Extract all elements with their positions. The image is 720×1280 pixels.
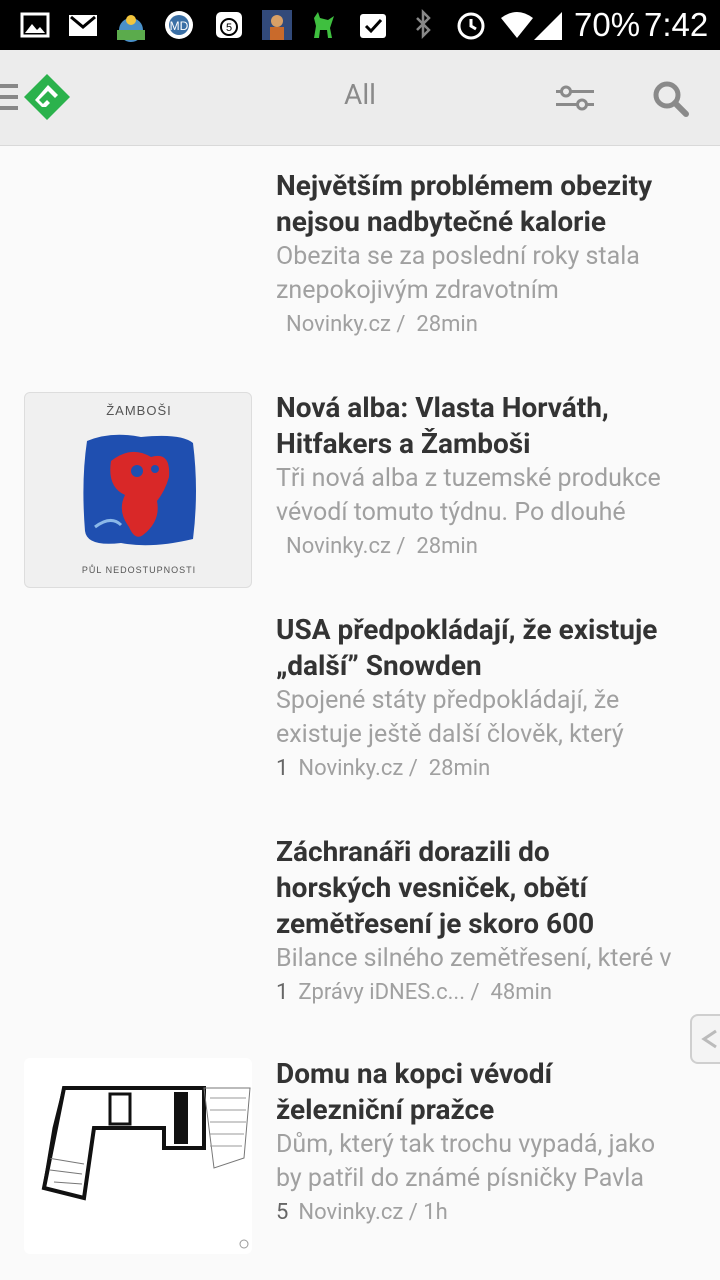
album-cover-thumbnail: ŽAMBOŠI PŮL NEDOSTUPNOSTI [24, 392, 252, 588]
floor-plan-thumbnail [24, 1058, 252, 1254]
article-summary: Dům, který tak trochu vypadá, jako by pa… [276, 1130, 656, 1193]
weather-icon [117, 15, 145, 42]
article-summary: Obezita se za poslední roky stala znepok… [276, 242, 640, 305]
article-meta: 1 Zprávy iDNES.c... / 48min [276, 976, 706, 1010]
image-icon [20, 12, 50, 38]
checkbox-icon [360, 14, 386, 38]
article-source: Novinky.cz / [286, 312, 406, 337]
engagement-count: 1 [276, 980, 289, 1005]
article-item[interactable]: Největším problémem obezity nejsou nadby… [0, 168, 720, 368]
calendar-icon: 5 [216, 12, 242, 38]
article-text: Záchranáři dorazili do horských vesniček… [276, 834, 706, 1010]
article-age: 28min [416, 312, 478, 337]
article-meta: Novinky.cz / 28min [276, 308, 706, 342]
article-age: 1h [423, 1200, 448, 1225]
floor-plan-icon [41, 1086, 251, 1249]
page-title: All [344, 78, 376, 111]
article-text: Nová alba: Vlasta Horváth, Hitfakers a Ž… [276, 390, 706, 564]
deer-icon [314, 12, 334, 38]
abstract-painting-icon [83, 434, 196, 546]
article-source: Novinky.cz / [286, 534, 406, 559]
engagement-count: 1 [276, 756, 289, 781]
article-source: Novinky.cz / [298, 756, 418, 781]
wifi-icon [501, 12, 533, 38]
article-meta: 5 Novinky.cz / 1h [276, 1196, 706, 1230]
article-title: Záchranáři dorazili do horských vesniček… [276, 835, 595, 940]
thumb-top-text: ŽAMBOŠI [106, 403, 172, 418]
search-icon[interactable] [652, 80, 690, 118]
article-meta: 1 Novinky.cz / 28min [276, 752, 706, 786]
edge-swipe-tab[interactable] [690, 1014, 720, 1064]
app-bar: All [0, 50, 720, 146]
app-icon: MD [165, 11, 193, 39]
article-title: USA předpokládají, že existuje „další” S… [276, 613, 658, 682]
article-source: Zprávy iDNES.c... / [298, 980, 480, 1005]
article-title: Domu na kopci vévodí železniční pražce [276, 1057, 553, 1126]
gmail-icon [69, 15, 97, 36]
article-text: Největším problémem obezity nejsou nadby… [276, 168, 706, 342]
avatar-icon [262, 10, 292, 40]
alarm-icon [457, 12, 485, 40]
svg-text:MD: MD [170, 19, 189, 33]
thumb-bottom-text: PŮL NEDOSTUPNOSTI [81, 565, 197, 575]
article-item[interactable]: Domu na kopci vévodí železniční pražce D… [0, 1056, 720, 1256]
bluetooth-icon [416, 8, 431, 40]
article-source: Novinky.cz / [298, 1200, 418, 1225]
filter-sliders-icon[interactable] [556, 84, 596, 112]
article-meta: Novinky.cz / 28min [276, 530, 706, 564]
article-title: Největším problémem obezity nejsou nadby… [276, 169, 653, 238]
clock: 7:42 [644, 6, 709, 43]
article-summary: Bilance silného zemětřesení, které v [276, 944, 672, 973]
chevron-left-icon [701, 1029, 717, 1049]
battery-level: 70% [574, 6, 641, 43]
article-age: 48min [490, 980, 553, 1005]
engagement-count: 5 [276, 1200, 289, 1225]
article-feed: Největším problémem obezity nejsou nadby… [0, 146, 720, 1280]
article-summary: Tři nová alba z tuzemské produkce vévodí… [276, 464, 661, 527]
article-item[interactable]: ŽAMBOŠI PŮL NEDOSTUPNOSTI Nová alba: Vla… [0, 390, 720, 590]
article-item[interactable]: USA předpokládají, že existuje „další” S… [0, 612, 720, 812]
article-title: Nová alba: Vlasta Horváth, Hitfakers a Ž… [276, 391, 609, 460]
article-text: Domu na kopci vévodí železniční pražce D… [276, 1056, 706, 1230]
article-item[interactable]: Záchranáři dorazili do horských vesniček… [0, 834, 720, 1034]
svg-text:5: 5 [226, 22, 232, 34]
article-text: USA předpokládají, že existuje „další” S… [276, 612, 706, 786]
article-age: 28min [428, 756, 491, 781]
article-age: 28min [416, 534, 478, 559]
status-bar: MD 5 70% 7:42 [0, 0, 720, 50]
article-summary: Spojené státy předpokládají, že existuje… [276, 686, 624, 749]
signal-icon [534, 12, 562, 40]
